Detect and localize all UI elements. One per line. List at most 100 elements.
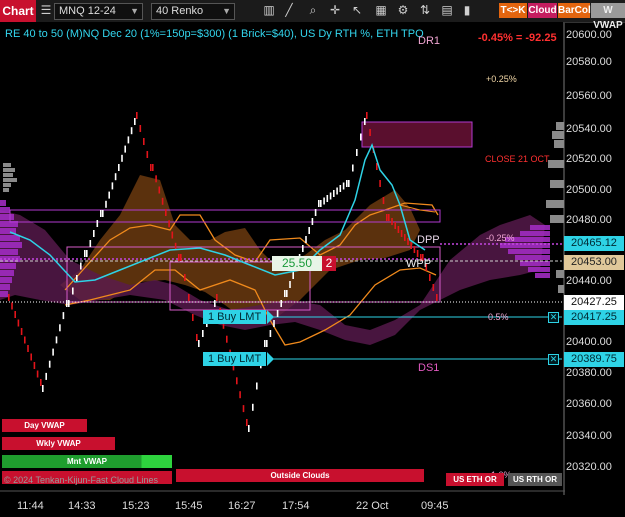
cancel-order-1-icon[interactable]: ✕ <box>548 312 559 323</box>
renko-brick <box>118 164 120 171</box>
renko-brick <box>89 240 92 247</box>
cancel-order-2-icon[interactable]: ✕ <box>548 354 559 365</box>
barcol-button[interactable]: BarCol <box>558 3 591 18</box>
renko-brick <box>146 151 149 158</box>
chart-tab[interactable]: Chart <box>0 0 36 22</box>
renko-brick <box>236 377 238 385</box>
renko-brick <box>391 218 393 225</box>
renko-brick <box>180 254 182 261</box>
renko-brick <box>192 314 194 321</box>
renko-brick <box>100 210 102 217</box>
renko-brick <box>68 300 70 307</box>
tk-button[interactable]: T<>K <box>499 3 527 18</box>
renko-brick <box>102 210 104 217</box>
renko-brick <box>111 182 114 190</box>
renko-brick <box>352 164 354 172</box>
renko-brick <box>72 287 74 295</box>
price-tick: 20580.00 <box>566 56 612 68</box>
renko-brick <box>242 405 245 413</box>
renko-brick <box>66 300 68 307</box>
renko-brick <box>269 330 272 337</box>
renko-brick <box>93 230 95 237</box>
renko-brick <box>36 370 39 378</box>
renko-brick <box>239 391 241 399</box>
time-tick: 14:33 <box>68 500 96 512</box>
price-box-buy-2: 20389.75 <box>564 352 624 367</box>
renko-brick <box>11 302 13 310</box>
renko-brick <box>80 262 82 270</box>
copyright-text: © 2024 Tenkan-Kijun-Fast Cloud Lines <box>4 475 159 485</box>
renko-brick <box>96 220 99 227</box>
renko-brick <box>346 180 348 187</box>
minus-025-label: -0.25% <box>486 233 515 243</box>
renko-brick <box>174 242 177 250</box>
template-icon[interactable]: ▤ <box>440 3 454 18</box>
renko-brick <box>379 180 381 187</box>
properties-icon[interactable]: ▦ <box>374 3 388 18</box>
instrument-selector[interactable]: MNQ 12-24 ▼ <box>54 3 143 20</box>
close-label: CLOSE 21 OCT <box>485 154 550 164</box>
renko-brick <box>320 200 322 207</box>
us-eth-or-bar: US ETH OR <box>446 473 504 486</box>
cloud-button[interactable]: Cloud <box>528 3 557 18</box>
renko-brick <box>248 425 250 432</box>
renko-brick <box>143 138 145 145</box>
time-tick: 11:44 <box>17 500 44 512</box>
pointer-icon[interactable]: ↖ <box>350 3 364 18</box>
line-icon[interactable]: ╱ <box>282 3 296 18</box>
toolbar: Chart ☰ MNQ 12-24 ▼ 40 Renko ▼ ▥ ╱ ⌕ ✛ ↖… <box>0 0 625 31</box>
renko-brick <box>127 136 130 144</box>
renko-brick <box>302 245 304 252</box>
renko-brick <box>178 254 180 261</box>
wkly-vwap-bar: Wkly VWAP <box>2 437 115 450</box>
list-icon[interactable]: ☰ <box>39 3 53 18</box>
renko-brick <box>165 209 167 216</box>
renko-brick <box>410 242 412 249</box>
zoom-icon[interactable]: ⌕ <box>306 3 320 18</box>
renko-brick <box>289 281 291 288</box>
counter-badge[interactable]: 2 <box>322 256 336 271</box>
renko-brick <box>308 227 310 234</box>
renko-brick <box>314 209 317 216</box>
outside-clouds-bar: Outside Clouds <box>176 469 424 482</box>
renko-brick <box>386 214 388 221</box>
wpp-label: WPP <box>406 258 432 270</box>
price-tick: 20480.00 <box>566 214 612 226</box>
renko-brick <box>55 336 58 344</box>
renko-brick <box>188 294 190 301</box>
renko-brick <box>366 112 368 119</box>
w-vwap-button[interactable]: W VWAP <box>591 3 625 31</box>
renko-brick <box>280 300 282 307</box>
counter-value[interactable]: 25.50 <box>272 256 322 271</box>
price-tick: 20380.00 <box>566 367 612 379</box>
strategy-icon[interactable]: ⚙ <box>396 3 410 18</box>
price-tick: 20500.00 <box>566 184 612 196</box>
buy-lmt-order-2[interactable]: 1 Buy LMT <box>203 352 267 366</box>
chart-trader-icon[interactable]: ▮ <box>460 3 474 18</box>
crosshair-icon[interactable]: ✛ <box>328 3 342 18</box>
renko-brick <box>292 272 294 279</box>
renko-brick <box>17 319 20 327</box>
trade-icon[interactable]: ⇅ <box>418 3 432 18</box>
renko-brick <box>202 330 204 337</box>
bar-type-value: 40 Renko <box>156 5 204 17</box>
pct-05-label: 0.5% <box>488 312 509 322</box>
renko-brick <box>276 310 279 317</box>
renko-brick <box>336 187 338 195</box>
price-tick: 20320.00 <box>566 461 612 473</box>
renko-brick <box>114 173 117 181</box>
bar-type-selector[interactable]: 40 Renko ▼ <box>151 3 235 20</box>
price-box-buy-1: 20417.25 <box>564 310 624 325</box>
renko-brick <box>339 185 342 192</box>
price-tick: 20400.00 <box>566 336 612 348</box>
renko-brick <box>150 164 152 171</box>
buy-lmt-order-1[interactable]: 1 Buy LMT <box>203 310 267 324</box>
renko-brick <box>139 125 142 132</box>
renko-brick <box>416 250 419 257</box>
renko-brick <box>161 197 164 205</box>
renko-brick <box>397 226 400 233</box>
renko-brick <box>168 220 170 228</box>
bars-icon[interactable]: ▥ <box>262 3 276 18</box>
renko-brick <box>305 236 307 243</box>
renko-brick <box>360 133 362 141</box>
